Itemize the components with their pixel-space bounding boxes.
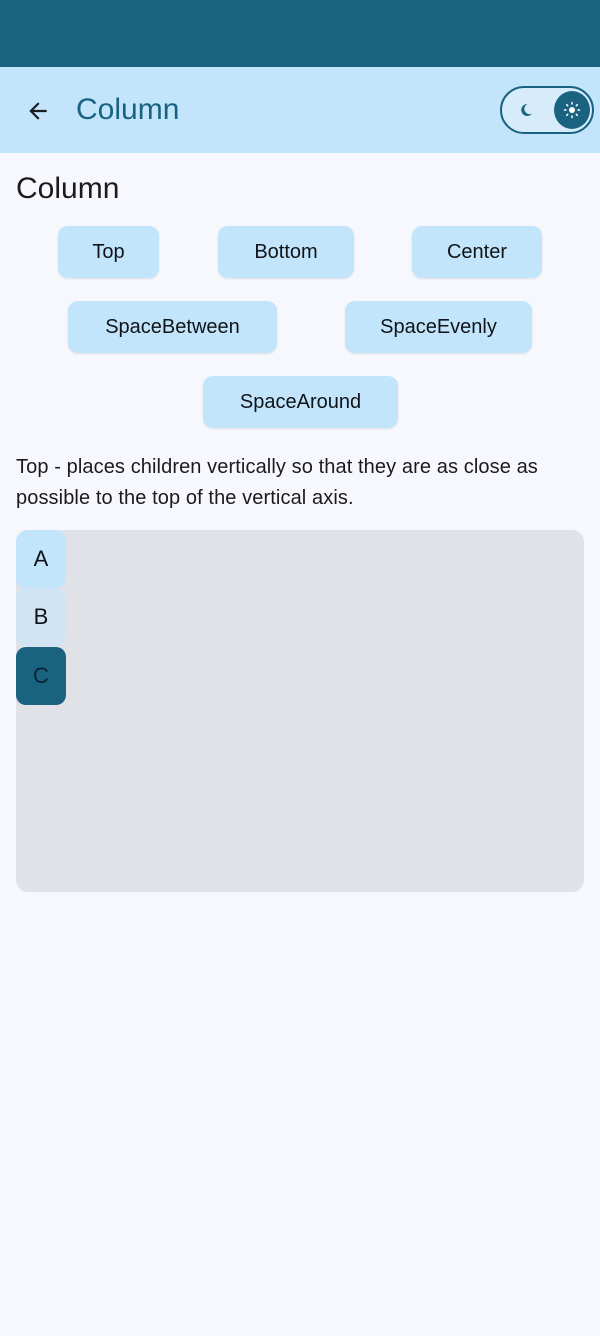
space-between-button[interactable]: SpaceBetween xyxy=(68,301,277,353)
status-bar xyxy=(0,0,600,67)
moon-icon xyxy=(516,100,536,120)
space-around-button[interactable]: SpaceAround xyxy=(203,376,398,428)
column-item-b: B xyxy=(16,588,66,646)
column-demo-container: A B C xyxy=(16,530,584,892)
arrow-left-icon xyxy=(29,102,47,120)
center-button[interactable]: Center xyxy=(412,226,542,278)
column-item-a: A xyxy=(16,530,66,588)
bottom-button[interactable]: Bottom xyxy=(218,226,354,278)
app-bar-title: Column xyxy=(76,93,180,126)
top-app-bar: Column xyxy=(0,67,600,153)
top-button[interactable]: Top xyxy=(58,226,159,278)
theme-toggle[interactable] xyxy=(500,86,594,134)
back-button[interactable] xyxy=(16,89,60,133)
column-item-c: C xyxy=(16,647,66,705)
section-title: Column xyxy=(16,172,120,205)
space-evenly-button[interactable]: SpaceEvenly xyxy=(345,301,532,353)
arrangement-description: Top - places children vertically so that… xyxy=(16,456,538,509)
sun-icon xyxy=(554,91,590,129)
